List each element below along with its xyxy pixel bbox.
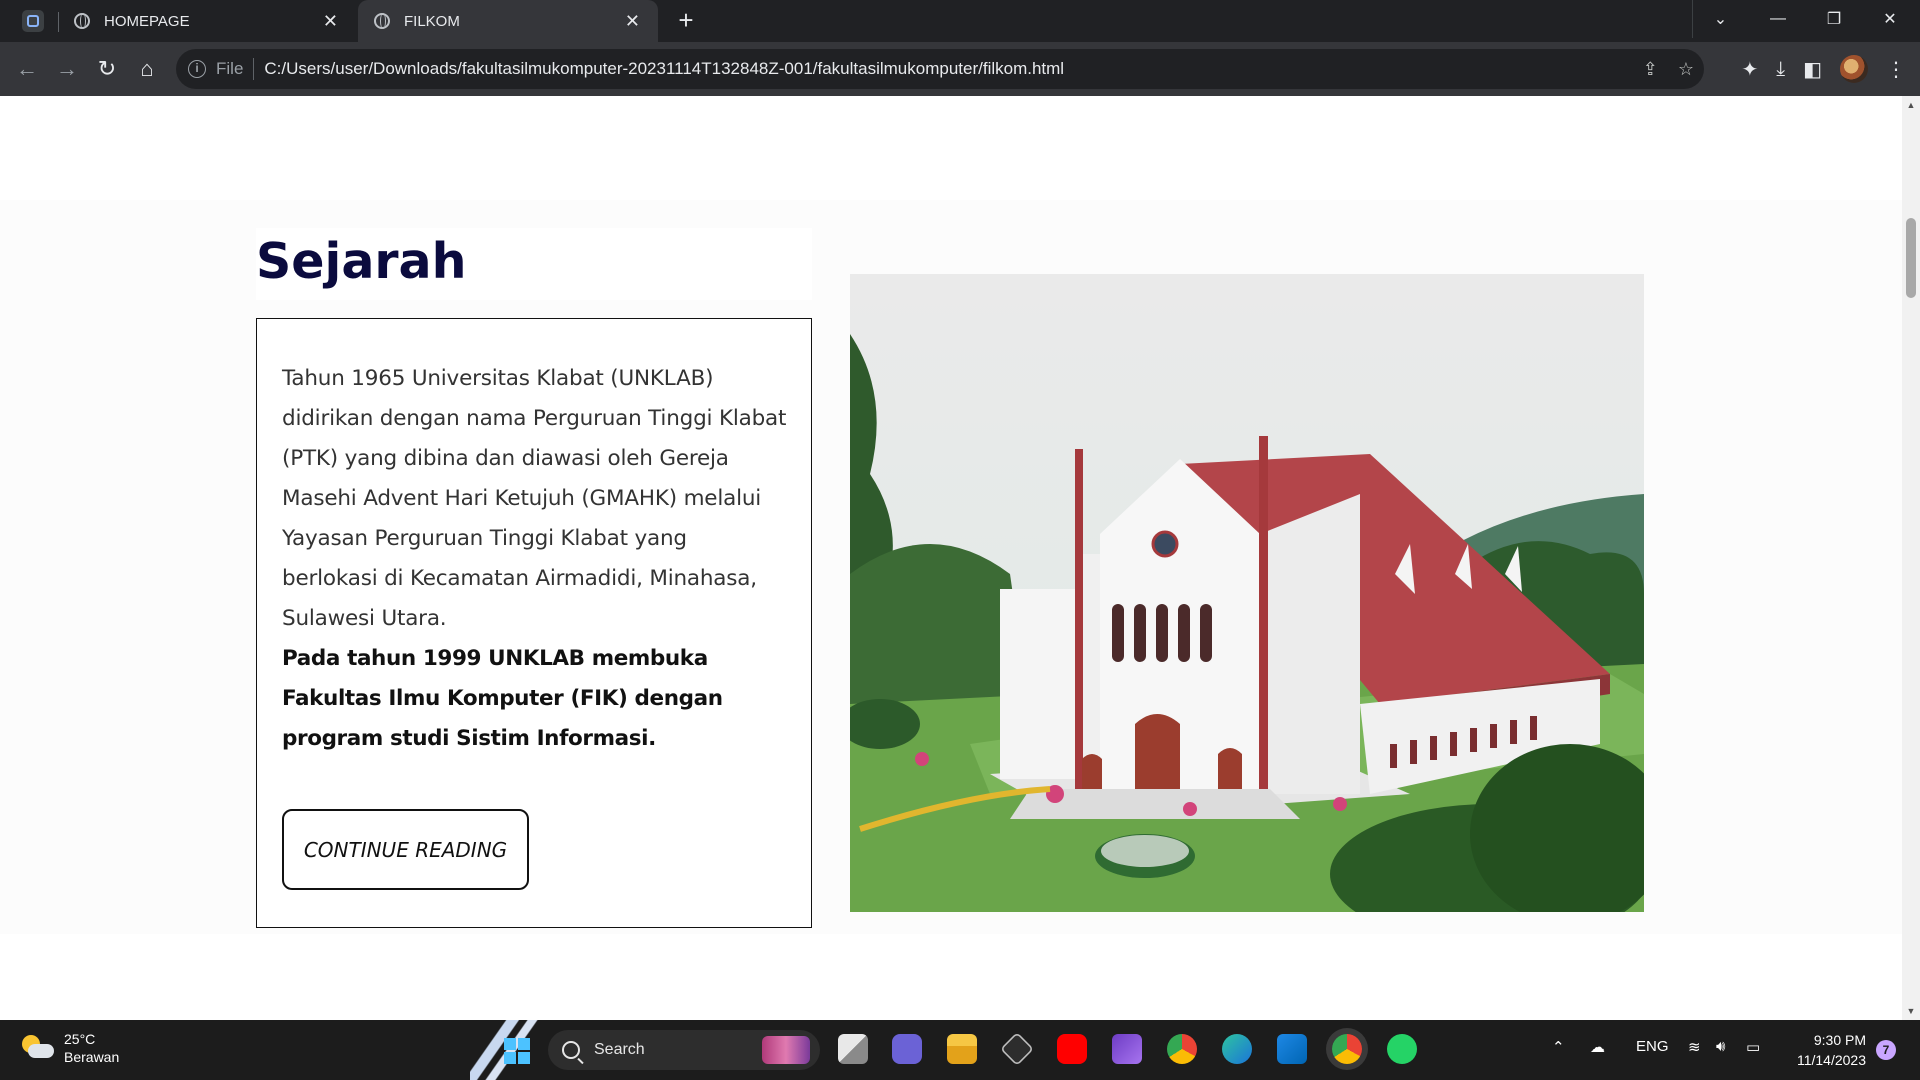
tab-search-icon[interactable]: [22, 10, 44, 32]
bookmark-star-icon[interactable]: ☆: [1678, 59, 1694, 80]
info-icon[interactable]: i: [188, 60, 206, 78]
clock-time: 9:30 PM: [1813, 1032, 1866, 1048]
search-icon: [562, 1041, 580, 1059]
vertical-scrollbar[interactable]: ▲ ▼: [1902, 96, 1920, 1020]
windows-start-icon[interactable]: [504, 1038, 530, 1064]
system-clock[interactable]: 9:30 PM 11/14/2023: [1786, 1030, 1866, 1070]
tab-homepage[interactable]: HOMEPAGE ✕: [62, 0, 356, 42]
wifi-icon[interactable]: ≋: [1688, 1038, 1701, 1056]
chrome-active-icon[interactable]: [1332, 1034, 1362, 1064]
url-text[interactable]: C:/Users/user/Downloads/fakultasilmukomp…: [264, 59, 1064, 79]
profile-avatar[interactable]: [1840, 55, 1868, 83]
clock-date: 11/14/2023: [1796, 1052, 1866, 1068]
app-cube-icon[interactable]: [1000, 1032, 1034, 1066]
continue-reading-button[interactable]: CONTINUE READING: [282, 809, 529, 890]
side-panel-icon[interactable]: ◧: [1803, 57, 1822, 82]
scrollbar-thumb[interactable]: [1906, 218, 1916, 298]
tab-title: HOMEPAGE: [104, 12, 190, 30]
tab-title: FILKOM: [404, 12, 460, 30]
file-explorer-icon[interactable]: [947, 1034, 977, 1064]
search-highlight-image: [762, 1036, 810, 1064]
browser-tab-bar: HOMEPAGE ✕ FILKOM ✕ + ⌄ — ❐ ✕: [0, 0, 1920, 42]
chrome-icon[interactable]: [1167, 1034, 1197, 1064]
tab-filkom[interactable]: FILKOM ✕: [358, 0, 658, 42]
youtube-icon[interactable]: [1057, 1034, 1087, 1064]
whatsapp-icon[interactable]: [1387, 1034, 1417, 1064]
partly-cloudy-icon: [20, 1033, 54, 1063]
visual-studio-icon[interactable]: [1112, 1034, 1142, 1064]
browser-toolbar: ← → ↻ ⌂ i File C:/Users/user/Downloads/f…: [0, 42, 1920, 96]
section-heading: Sejarah: [256, 228, 812, 300]
tab-search-dropdown-button[interactable]: ⌄: [1692, 0, 1748, 38]
home-icon[interactable]: ⌂: [132, 54, 162, 84]
extensions-puzzle-icon[interactable]: ✦: [1741, 57, 1758, 82]
url-divider: [253, 58, 255, 80]
history-text-box: Tahun 1965 Universitas Klabat (UNKLAB) d…: [256, 318, 812, 928]
notification-badge[interactable]: 7: [1876, 1040, 1896, 1060]
vscode-icon[interactable]: [1277, 1034, 1307, 1064]
globe-icon: [374, 13, 390, 29]
task-view-icon[interactable]: [838, 1034, 868, 1064]
minimize-button[interactable]: —: [1750, 0, 1806, 38]
share-icon[interactable]: ⇪: [1643, 59, 1658, 80]
back-arrow-icon[interactable]: ←: [12, 54, 42, 84]
weather-widget[interactable]: 25°C Berawan: [20, 1030, 119, 1066]
edge-icon[interactable]: [1222, 1034, 1252, 1064]
globe-icon: [74, 13, 90, 29]
page-viewport: Sejarah Tahun 1965 Universitas Klabat (U…: [0, 96, 1902, 1020]
menu-kebab-icon[interactable]: ⋮: [1886, 57, 1906, 82]
close-icon[interactable]: ✕: [625, 11, 640, 31]
scroll-down-arrow-icon[interactable]: ▼: [1902, 1006, 1920, 1016]
language-indicator[interactable]: ENG: [1636, 1038, 1669, 1055]
campus-church-photo: [850, 274, 1644, 912]
onedrive-cloud-icon[interactable]: ☁: [1590, 1038, 1605, 1056]
download-icon[interactable]: ⤓: [1776, 58, 1785, 81]
taskbar-search[interactable]: Search: [548, 1030, 820, 1070]
url-scheme-label: File: [216, 59, 244, 78]
battery-icon[interactable]: ▭: [1746, 1038, 1760, 1056]
new-tab-button[interactable]: +: [672, 6, 700, 34]
history-paragraph: Tahun 1965 Universitas Klabat (UNKLAB) d…: [282, 366, 787, 631]
history-paragraph-bold: Pada tahun 1999 UNKLAB membuka Fakultas …: [282, 646, 723, 751]
address-bar[interactable]: i File C:/Users/user/Downloads/fakultasi…: [176, 49, 1704, 89]
search-label: Search: [594, 1041, 645, 1058]
window-close-button[interactable]: ✕: [1862, 0, 1918, 38]
tab-separator: [58, 12, 59, 32]
forward-arrow-icon[interactable]: →: [52, 54, 82, 84]
weather-description: Berawan: [64, 1049, 120, 1065]
windows-taskbar: 25°C Berawan Search ⌃ ☁ ENG ≋ 🔊︎ ▭ 9:30 …: [0, 1020, 1920, 1080]
show-hidden-icons-chevron-icon[interactable]: ⌃: [1552, 1038, 1565, 1056]
teams-chat-icon[interactable]: [892, 1034, 922, 1064]
reload-icon[interactable]: ↻: [92, 54, 122, 84]
volume-icon[interactable]: 🔊︎: [1716, 1038, 1725, 1055]
close-icon[interactable]: ✕: [323, 11, 338, 31]
scroll-up-arrow-icon[interactable]: ▲: [1902, 100, 1920, 110]
restore-button[interactable]: ❐: [1806, 0, 1862, 38]
weather-temperature: 25°C: [64, 1031, 96, 1047]
